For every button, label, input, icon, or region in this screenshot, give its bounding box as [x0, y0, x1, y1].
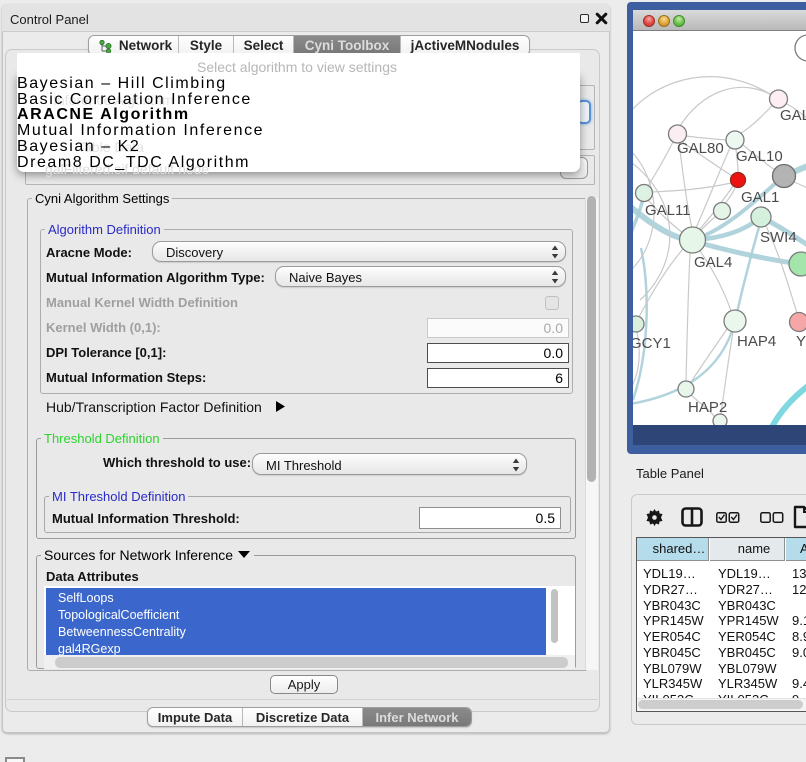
svg-text:GAL4: GAL4	[694, 254, 732, 271]
svg-text:GAL7: GAL7	[780, 107, 806, 124]
svg-text:GAL80: GAL80	[677, 140, 724, 157]
svg-text:GCY1: GCY1	[633, 335, 671, 352]
svg-text:HAP2: HAP2	[688, 399, 727, 416]
svg-text:HAP4: HAP4	[737, 333, 776, 350]
svg-text:SWI4: SWI4	[760, 229, 797, 246]
svg-text:GAL1: GAL1	[741, 189, 779, 206]
svg-text:YM: YM	[796, 333, 806, 350]
svg-text:GAL11: GAL11	[645, 202, 691, 219]
svg-text:GAL10: GAL10	[736, 148, 783, 165]
